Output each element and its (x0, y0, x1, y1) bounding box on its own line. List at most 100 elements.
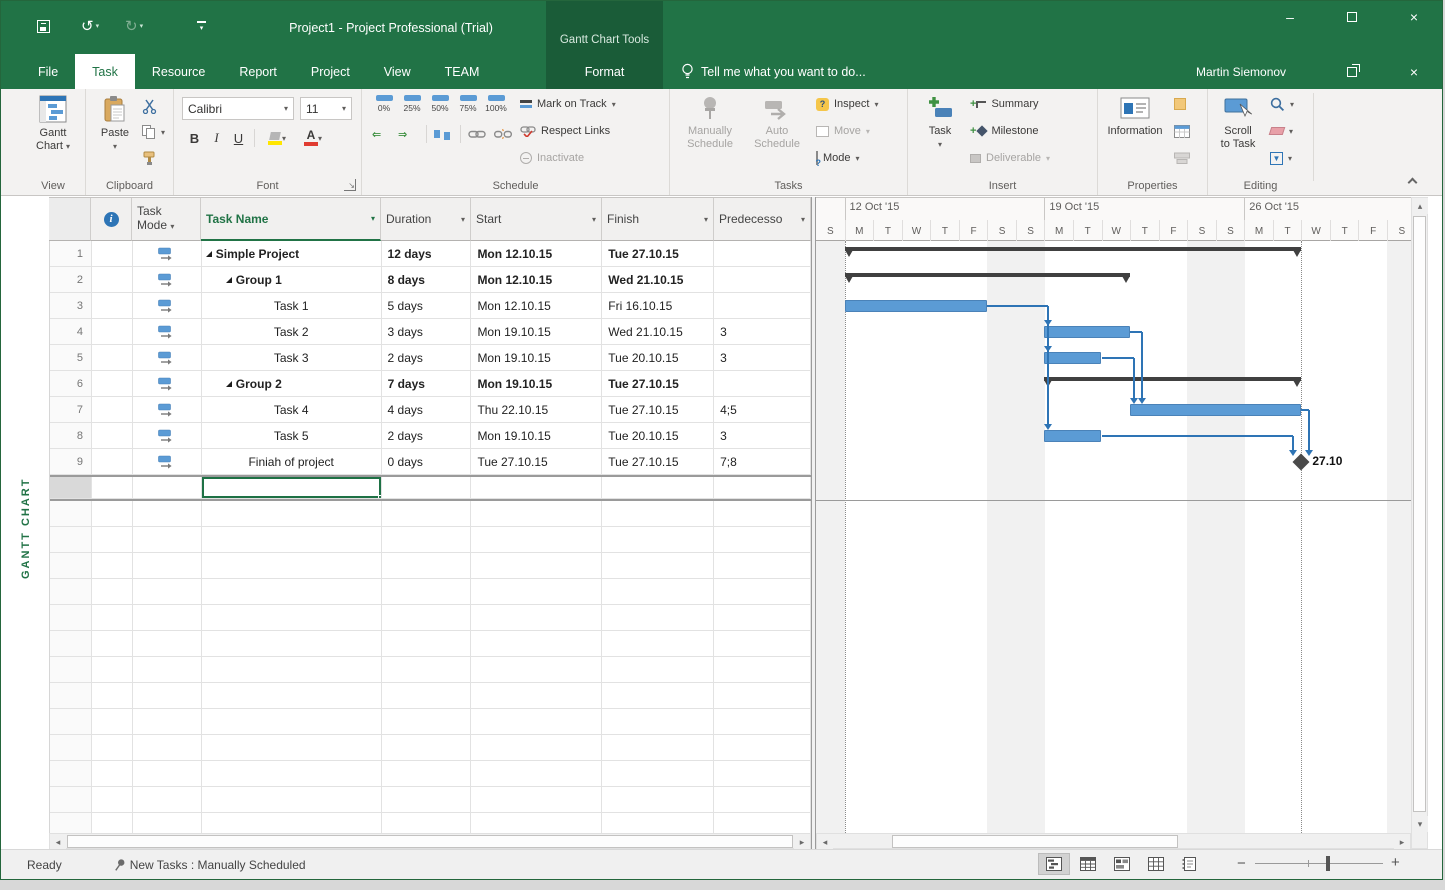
cell-duration[interactable]: 4 days (382, 397, 472, 423)
cell-start[interactable]: Mon 19.10.15 (471, 423, 602, 449)
tab-project[interactable]: Project (294, 54, 367, 89)
cell-empty[interactable] (382, 553, 472, 579)
cell-finish[interactable]: Tue 27.10.15 (602, 241, 714, 267)
indent-task-button[interactable]: ⇒ (398, 123, 407, 145)
cell-empty[interactable] (92, 553, 133, 579)
scroll-to-task-button[interactable]: Scroll to Task (1210, 93, 1266, 173)
manually-schedule-button[interactable]: Manually Schedule (678, 93, 742, 173)
cell-empty[interactable] (202, 787, 382, 813)
view-report-button[interactable] (1174, 853, 1206, 875)
cell-empty[interactable] (714, 813, 811, 833)
cell-empty[interactable] (133, 579, 202, 605)
row-number[interactable]: 4 (50, 319, 92, 345)
cell-empty[interactable] (202, 709, 382, 735)
cell-empty[interactable] (602, 605, 714, 631)
gantt-task-bar-4[interactable] (1044, 326, 1130, 338)
cell-empty[interactable] (92, 657, 133, 683)
info-column-header[interactable]: i (91, 198, 132, 241)
cell-empty[interactable] (714, 631, 811, 657)
cell-empty[interactable] (382, 501, 472, 527)
row-number[interactable] (50, 709, 92, 735)
table-hscroll-left-arrow[interactable]: ◂ (50, 834, 66, 850)
cell-empty[interactable] (602, 527, 714, 553)
cell-empty[interactable] (92, 683, 133, 709)
cell-empty[interactable] (714, 527, 811, 553)
cell-empty[interactable] (602, 579, 714, 605)
cell-predecessors[interactable] (714, 477, 811, 499)
cell-empty[interactable] (602, 553, 714, 579)
redo-dropdown-icon[interactable]: ▾ (140, 22, 144, 30)
cell-info[interactable] (92, 449, 133, 475)
cell-predecessors[interactable]: 4;5 (714, 397, 811, 423)
duration-filter-icon[interactable]: ▾ (461, 215, 465, 224)
cell-task-name[interactable]: Task 3 (202, 345, 382, 371)
cell-empty[interactable] (382, 527, 472, 553)
table-hscroll-right-arrow[interactable]: ▸ (794, 834, 810, 850)
cell-empty[interactable] (92, 735, 133, 761)
percent-complete-100[interactable]: 100% (482, 93, 510, 113)
cell-task-name[interactable]: Task 5 (202, 423, 382, 449)
task-mode-header[interactable]: TaskMode ▾ (132, 198, 201, 241)
collapse-triangle-icon[interactable] (226, 381, 232, 387)
cell-empty[interactable] (92, 579, 133, 605)
row-number[interactable] (50, 787, 92, 813)
cell-empty[interactable] (714, 605, 811, 631)
zoom-slider-track[interactable] (1255, 863, 1383, 864)
cell-info[interactable] (92, 319, 133, 345)
background-color-dropdown-icon[interactable]: ▾ (282, 134, 286, 143)
chart-vscroll-up-arrow[interactable]: ▴ (1412, 198, 1428, 214)
cell-empty[interactable] (382, 579, 472, 605)
view-gantt-chart-button[interactable] (1038, 853, 1070, 875)
cell-info[interactable] (92, 397, 133, 423)
finish-header[interactable]: Finish▾ (602, 198, 714, 241)
cell-info[interactable] (92, 345, 133, 371)
cell-empty[interactable] (133, 735, 202, 761)
cell-duration[interactable]: 3 days (382, 319, 472, 345)
split-task-button[interactable] (434, 123, 450, 145)
table-hscrollbar[interactable]: ◂ ▸ (49, 833, 811, 849)
cell-empty[interactable] (714, 761, 811, 787)
cell-predecessors[interactable]: 3 (714, 345, 811, 371)
task-name-header[interactable]: Task Name ▾ (201, 198, 381, 241)
cell-empty[interactable] (133, 657, 202, 683)
zoom-in-button[interactable]: + (1391, 854, 1400, 871)
cell-empty[interactable] (602, 683, 714, 709)
cell-finish[interactable]: Tue 27.10.15 (602, 397, 714, 423)
cell-task-mode[interactable] (133, 371, 202, 397)
cell-finish[interactable]: Wed 21.10.15 (602, 267, 714, 293)
cell-info[interactable] (92, 241, 133, 267)
copy-button[interactable]: ▾ (142, 121, 165, 143)
maximize-button[interactable] (1331, 1, 1373, 33)
predecessors-filter-icon[interactable]: ▾ (801, 215, 805, 224)
user-name[interactable]: Martin Siemonov (1196, 54, 1286, 89)
percent-complete-50[interactable]: 50% (426, 93, 454, 113)
chart-hscroll-left-arrow[interactable]: ◂ (817, 834, 833, 850)
row-number[interactable] (50, 527, 92, 553)
move-task-button[interactable]: Move ▾ (816, 120, 870, 142)
tab-format[interactable]: Format (546, 54, 663, 89)
cell-duration[interactable]: 2 days (382, 423, 472, 449)
row-number[interactable]: 8 (50, 423, 92, 449)
view-bar-label[interactable]: GANTT CHART (9, 431, 43, 626)
chart-vscroll-down-arrow[interactable]: ▾ (1412, 816, 1428, 832)
cell-predecessors[interactable] (714, 293, 811, 319)
cell-task-name[interactable]: Task 1 (202, 293, 382, 319)
row-number[interactable]: 5 (50, 345, 92, 371)
row-number[interactable] (50, 477, 92, 499)
paste-button[interactable]: Paste ▾ (92, 93, 138, 173)
cell-info[interactable] (92, 371, 133, 397)
cell-predecessors[interactable] (714, 371, 811, 397)
cell-finish[interactable]: Fri 16.10.15 (602, 293, 714, 319)
close-button[interactable]: × (1393, 1, 1435, 33)
row-number[interactable] (50, 631, 92, 657)
cell-empty[interactable] (714, 709, 811, 735)
new-tasks-mode-button[interactable]: New Tasks : Manually Scheduled (114, 858, 306, 872)
selected-cell-fill-handle[interactable] (378, 495, 382, 499)
cell-empty[interactable] (92, 631, 133, 657)
row-number[interactable] (50, 813, 92, 833)
tab-resource[interactable]: Resource (135, 54, 223, 89)
chart-hscroll-thumb[interactable] (892, 835, 1178, 848)
row-number[interactable]: 6 (50, 371, 92, 397)
cell-empty[interactable] (382, 631, 472, 657)
cell-empty[interactable] (92, 605, 133, 631)
